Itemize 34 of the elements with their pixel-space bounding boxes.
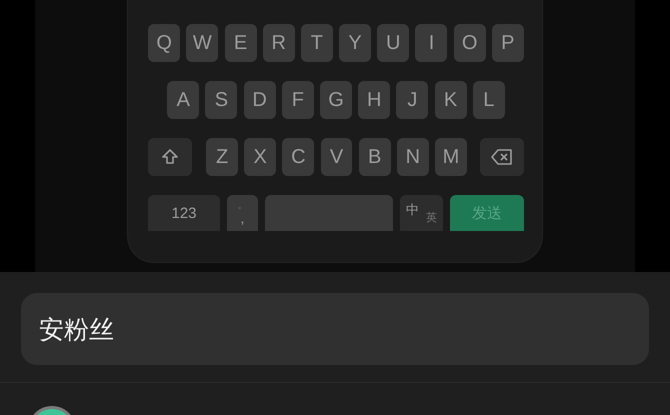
keyboard-key[interactable]: W: [186, 24, 218, 62]
keyboard-key[interactable]: O: [454, 24, 486, 62]
backspace-icon: [491, 149, 514, 165]
keyboard-key[interactable]: L: [472, 81, 505, 119]
keyboard-key[interactable]: D: [244, 81, 276, 119]
keyboard-key[interactable]: C: [282, 138, 314, 176]
keyboard-key[interactable]: F: [282, 81, 314, 119]
language-key[interactable]: 中 英: [400, 195, 443, 231]
keyboard-key[interactable]: N: [396, 138, 429, 176]
keyboard-key[interactable]: R: [262, 24, 295, 62]
keyboard-key[interactable]: J: [396, 81, 428, 119]
keyboard-key[interactable]: P: [492, 24, 524, 62]
keyboard-key[interactable]: V: [320, 138, 352, 176]
keyboard-key[interactable]: I: [415, 24, 448, 62]
keyboard-key[interactable]: Y: [339, 24, 372, 62]
input-field[interactable]: 安粉丝: [21, 293, 649, 365]
keyboard-key[interactable]: B: [358, 138, 391, 176]
keyboard-key[interactable]: K: [434, 81, 467, 119]
keyboard-key[interactable]: E: [224, 24, 257, 62]
keyboard-key[interactable]: X: [244, 138, 276, 176]
keyboard-key[interactable]: A: [167, 81, 200, 119]
keyboard-key[interactable]: 。 ,: [227, 195, 258, 231]
backspace-key[interactable]: [480, 138, 524, 176]
keyboard-key[interactable]: U: [377, 24, 410, 62]
keyboard-key[interactable]: M: [434, 138, 467, 176]
keyboard-key[interactable]: H: [358, 81, 390, 119]
keyboard-key[interactable]: Z: [206, 138, 238, 176]
keyboard-key[interactable]: G: [320, 81, 352, 119]
keyboard-key[interactable]: Q: [148, 24, 180, 62]
keyboard-key[interactable]: S: [205, 81, 238, 119]
keyboard-key[interactable]: T: [300, 24, 333, 62]
keyboard-key[interactable]: 123: [148, 195, 220, 231]
shift-key[interactable]: [148, 138, 192, 176]
shift-icon: [160, 148, 179, 166]
